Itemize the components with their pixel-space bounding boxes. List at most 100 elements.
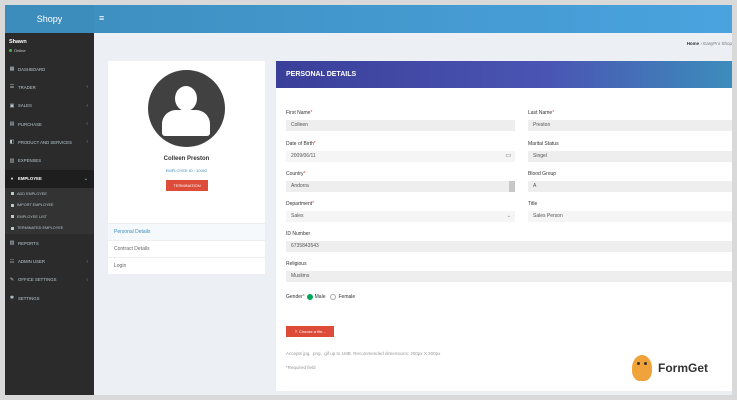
sidebar-item-expenses[interactable]: ▥ Expenses bbox=[5, 151, 94, 169]
submenu-label: Add Employee bbox=[17, 191, 47, 196]
sidebar-subitem-employee-list[interactable]: Employee List bbox=[5, 211, 94, 223]
label-text: Last Name bbox=[528, 110, 553, 116]
title-field[interactable]: Sales Person bbox=[528, 211, 732, 222]
top-bar: Shopy ≡ bbox=[5, 5, 732, 33]
termination-button[interactable]: TERMINATION bbox=[166, 180, 208, 191]
marital-value: Singel bbox=[533, 153, 547, 159]
label-text: Date of Birth bbox=[286, 141, 314, 147]
label-text: Country bbox=[286, 171, 304, 177]
sidebar-item-admin-user[interactable]: ☷ Admin User ‹ bbox=[5, 252, 94, 270]
department-select[interactable]: Sales ⌄ bbox=[286, 211, 515, 222]
sidebar-item-label: Settings bbox=[18, 295, 40, 301]
blood-group-label: Blood Group bbox=[528, 171, 557, 177]
calendar-icon[interactable]: ▭ bbox=[505, 153, 511, 160]
formget-watermark: FormGet bbox=[624, 349, 730, 387]
sidebar-item-sales[interactable]: ▣ Sales ‹ bbox=[5, 97, 94, 115]
dob-value: 2009/06/11 bbox=[291, 153, 316, 159]
last-name-field[interactable]: Preston bbox=[528, 120, 732, 131]
choose-file-label: Choose a file... bbox=[298, 329, 326, 334]
country-select[interactable]: Andorra bbox=[286, 181, 515, 192]
blood-group-field[interactable]: A bbox=[528, 181, 732, 192]
required-mark: * bbox=[310, 110, 313, 116]
religious-field[interactable]: Muslims bbox=[286, 271, 732, 282]
square-icon bbox=[11, 203, 14, 207]
admin-icon: ☷ bbox=[9, 258, 15, 265]
chevron-left-icon: ‹ bbox=[86, 84, 88, 91]
submenu-label: Terminated Employee bbox=[17, 226, 64, 231]
money-icon: ▥ bbox=[9, 157, 15, 164]
tab-login[interactable]: Login bbox=[108, 257, 265, 274]
sidebar-item-dashboard[interactable]: ▦ Dashboard bbox=[5, 60, 94, 78]
required-mark: * bbox=[302, 294, 305, 300]
report-icon: ▧ bbox=[9, 240, 15, 247]
square-icon bbox=[11, 192, 14, 196]
chevron-left-icon: ‹ bbox=[86, 102, 88, 109]
gender-label: Gender bbox=[286, 294, 303, 300]
formget-text: FormGet bbox=[658, 361, 709, 375]
upload-hint: Accepts jpg, .png, .gif up to 1MB. Recom… bbox=[286, 351, 441, 356]
sidebar-item-employee[interactable]: ● Employee ⌄ bbox=[5, 169, 94, 189]
sidebar-subitem-terminated-employee[interactable]: Terminated Employee bbox=[5, 223, 94, 235]
tab-contract-details[interactable]: Contract Details bbox=[108, 240, 265, 257]
required-mark: * bbox=[313, 141, 316, 147]
gender-female-label: Female bbox=[338, 294, 356, 300]
sidebar-subitem-add-employee[interactable]: Add Employee bbox=[5, 188, 94, 200]
employee-submenu: Add Employee Import Employee Employee Li… bbox=[5, 188, 94, 235]
gender-female-radio[interactable] bbox=[330, 294, 337, 300]
id-number-field[interactable]: 6735843543 bbox=[286, 241, 732, 252]
chevron-left-icon: ‹ bbox=[86, 258, 88, 265]
sidebar-menu: ▦ Dashboard ☰ Trader ‹ ▣ Sales ‹ ▤ Purchase ‹ ◧… bbox=[5, 60, 94, 307]
breadcrumb-current: EasyPro Shop bbox=[703, 41, 732, 46]
personal-details-panel: PERSONAL DETAILS First Name* Colleen Las… bbox=[276, 61, 732, 391]
first-name-field[interactable]: Colleen bbox=[286, 120, 515, 131]
employee-icon: ● bbox=[10, 175, 14, 182]
sidebar-item-product-and-services[interactable]: ◧ Product and Services ‹ bbox=[5, 133, 94, 151]
sidebar-item-label: Admin User bbox=[18, 259, 45, 265]
label-text: Department bbox=[286, 201, 313, 207]
square-icon bbox=[11, 215, 14, 219]
title-label: Title bbox=[528, 201, 538, 207]
sidebar-item-label: Trader bbox=[18, 84, 36, 90]
id-number-label: ID Number bbox=[286, 231, 311, 237]
sidebar-item-label: Purchase bbox=[18, 121, 42, 127]
department-label: Department* bbox=[286, 201, 314, 207]
user-status-label: Online bbox=[14, 48, 26, 53]
scrollbar[interactable] bbox=[509, 181, 515, 192]
country-label: Country* bbox=[286, 171, 305, 177]
chevron-left-icon: ‹ bbox=[86, 139, 88, 146]
department-value: Sales bbox=[291, 213, 304, 219]
sidebar-item-label: Employee bbox=[18, 176, 42, 182]
chevron-left-icon: ‹ bbox=[86, 121, 88, 128]
gender-male-label: Male bbox=[314, 294, 326, 300]
basket-icon: ▤ bbox=[9, 121, 15, 128]
sidebar: Shawn Online ▦ Dashboard ☰ Trader ‹ ▣ Sales ‹… bbox=[5, 33, 94, 395]
gender-male-radio[interactable] bbox=[306, 294, 313, 300]
breadcrumb-home[interactable]: Home bbox=[687, 41, 700, 46]
submenu-label: Import Employee bbox=[17, 203, 54, 208]
gear-icon: ✱ bbox=[9, 295, 15, 302]
country-value: Andorra bbox=[291, 183, 309, 189]
chevron-left-icon: ‹ bbox=[86, 276, 88, 283]
sidebar-item-office-settings[interactable]: ✎ Office Settings ‹ bbox=[5, 271, 94, 289]
profile-tabs: Personal Details Contract Details Login bbox=[108, 223, 265, 274]
marital-status-field[interactable]: Singel bbox=[528, 151, 732, 162]
brand-logo[interactable]: Shopy bbox=[5, 5, 94, 33]
profile-card: Colleen Preston EMPLOYEE ID : 10002 TERM… bbox=[108, 61, 265, 274]
menu-toggle-icon[interactable]: ≡ bbox=[99, 14, 108, 23]
users-icon: ☰ bbox=[9, 84, 15, 91]
dob-field[interactable]: 2009/06/11 ▭ bbox=[286, 151, 515, 162]
required-mark: * bbox=[552, 110, 555, 116]
user-status: Online bbox=[9, 48, 90, 53]
sidebar-item-reports[interactable]: ▧ Reports bbox=[5, 234, 94, 252]
sidebar-item-settings[interactable]: ✱ Settings bbox=[5, 289, 94, 307]
blood-value: A bbox=[533, 183, 537, 189]
choose-file-button[interactable]: ⇪ Choose a file... bbox=[286, 326, 334, 337]
religious-label: Religious bbox=[286, 261, 307, 267]
label-text: First Name bbox=[286, 110, 311, 116]
wrench-icon: ✎ bbox=[9, 276, 15, 283]
sidebar-subitem-import-employee[interactable]: Import Employee bbox=[5, 200, 94, 212]
sidebar-item-trader[interactable]: ☰ Trader ‹ bbox=[5, 78, 94, 96]
tab-personal-details[interactable]: Personal Details bbox=[108, 223, 265, 240]
sidebar-item-purchase[interactable]: ▤ Purchase ‹ bbox=[5, 115, 94, 133]
required-note: *Required field bbox=[286, 365, 316, 370]
